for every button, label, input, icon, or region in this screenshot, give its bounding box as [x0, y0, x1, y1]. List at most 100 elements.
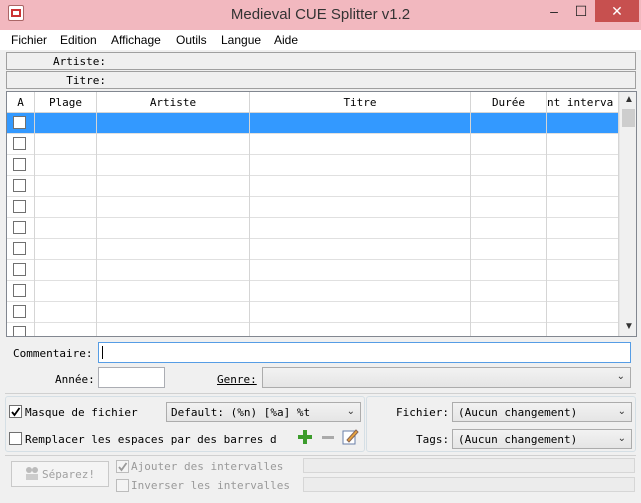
- table-row[interactable]: [7, 155, 620, 176]
- table-cell[interactable]: [97, 239, 250, 260]
- table-cell[interactable]: [7, 239, 35, 260]
- add-intervals-input[interactable]: [303, 458, 635, 473]
- table-cell[interactable]: [35, 323, 97, 336]
- row-checkbox[interactable]: [13, 200, 26, 213]
- output-file-select[interactable]: (Aucun changement) ⌄: [452, 402, 632, 422]
- split-button[interactable]: Séparez!: [11, 461, 109, 487]
- column-header-titre[interactable]: Titre: [250, 92, 471, 113]
- table-cell[interactable]: [471, 323, 547, 336]
- minus-icon[interactable]: [320, 429, 336, 448]
- table-cell[interactable]: [547, 323, 619, 336]
- row-checkbox[interactable]: [13, 305, 26, 318]
- table-cell[interactable]: [250, 155, 471, 176]
- close-button[interactable]: ✕: [595, 0, 639, 22]
- table-cell[interactable]: [35, 155, 97, 176]
- table-cell[interactable]: [97, 260, 250, 281]
- table-cell[interactable]: [471, 260, 547, 281]
- table-cell[interactable]: [250, 176, 471, 197]
- table-cell[interactable]: [97, 113, 250, 134]
- table-cell[interactable]: [97, 323, 250, 336]
- scroll-thumb[interactable]: [622, 109, 635, 127]
- table-cell[interactable]: [471, 155, 547, 176]
- table-cell[interactable]: [471, 239, 547, 260]
- plus-icon[interactable]: [297, 429, 313, 448]
- table-cell[interactable]: [471, 218, 547, 239]
- row-checkbox[interactable]: [13, 221, 26, 234]
- table-row[interactable]: [7, 134, 620, 155]
- menu-langue[interactable]: Langue: [221, 33, 261, 47]
- invert-intervals-input[interactable]: [303, 477, 635, 492]
- column-header-a[interactable]: A: [7, 92, 35, 113]
- year-input[interactable]: [98, 367, 165, 388]
- table-cell[interactable]: [547, 176, 619, 197]
- row-checkbox[interactable]: [13, 326, 26, 336]
- minimize-button[interactable]: ‒: [541, 0, 567, 24]
- table-cell[interactable]: [7, 113, 35, 134]
- file-mask-select[interactable]: Default: (%n) [%a] %t ⌄: [166, 402, 361, 422]
- table-cell[interactable]: [35, 302, 97, 323]
- table-cell[interactable]: [250, 218, 471, 239]
- genre-select[interactable]: ⌄: [262, 367, 631, 388]
- table-cell[interactable]: [547, 113, 619, 134]
- table-cell[interactable]: [97, 302, 250, 323]
- table-row[interactable]: [7, 218, 620, 239]
- row-checkbox[interactable]: [13, 137, 26, 150]
- table-cell[interactable]: [547, 134, 619, 155]
- table-cell[interactable]: [250, 260, 471, 281]
- table-cell[interactable]: [250, 134, 471, 155]
- replace-spaces-checkbox[interactable]: [9, 432, 22, 445]
- table-cell[interactable]: [547, 155, 619, 176]
- menu-edition[interactable]: Edition: [60, 33, 97, 47]
- menu-fichier[interactable]: Fichier: [11, 33, 47, 47]
- add-intervals-checkbox[interactable]: [116, 460, 129, 473]
- table-cell[interactable]: [97, 134, 250, 155]
- menu-outils[interactable]: Outils: [176, 33, 207, 47]
- table-cell[interactable]: [471, 113, 547, 134]
- table-row[interactable]: [7, 260, 620, 281]
- comment-input[interactable]: [98, 342, 631, 363]
- row-checkbox[interactable]: [13, 116, 26, 129]
- scroll-up-icon[interactable]: ▲: [624, 94, 634, 105]
- table-row[interactable]: [7, 197, 620, 218]
- table-cell[interactable]: [97, 176, 250, 197]
- table-cell[interactable]: [7, 302, 35, 323]
- track-table[interactable]: A Plage Artiste Titre Durée nt interva ▲…: [6, 91, 637, 337]
- maximize-button[interactable]: ☐: [568, 0, 594, 24]
- table-cell[interactable]: [35, 239, 97, 260]
- table-cell[interactable]: [35, 197, 97, 218]
- row-checkbox[interactable]: [13, 242, 26, 255]
- table-cell[interactable]: [471, 197, 547, 218]
- table-cell[interactable]: [547, 197, 619, 218]
- table-cell[interactable]: [471, 134, 547, 155]
- file-mask-checkbox[interactable]: [9, 405, 22, 418]
- table-cell[interactable]: [471, 302, 547, 323]
- table-cell[interactable]: [35, 260, 97, 281]
- table-cell[interactable]: [547, 218, 619, 239]
- table-cell[interactable]: [7, 218, 35, 239]
- table-cell[interactable]: [471, 176, 547, 197]
- table-cell[interactable]: [97, 218, 250, 239]
- table-cell[interactable]: [35, 134, 97, 155]
- table-cell[interactable]: [547, 281, 619, 302]
- table-cell[interactable]: [250, 281, 471, 302]
- table-row[interactable]: [7, 323, 620, 336]
- table-cell[interactable]: [35, 218, 97, 239]
- table-cell[interactable]: [7, 197, 35, 218]
- table-cell[interactable]: [250, 323, 471, 336]
- invert-intervals-checkbox[interactable]: [116, 479, 129, 492]
- table-cell[interactable]: [7, 323, 35, 336]
- menu-affichage[interactable]: Affichage: [111, 33, 161, 47]
- edit-icon[interactable]: [342, 428, 359, 448]
- table-cell[interactable]: [35, 113, 97, 134]
- table-cell[interactable]: [547, 302, 619, 323]
- scroll-down-icon[interactable]: ▼: [624, 321, 634, 332]
- column-header-interval[interactable]: nt interva: [547, 92, 619, 113]
- column-header-plage[interactable]: Plage: [35, 92, 97, 113]
- tags-select[interactable]: (Aucun changement) ⌄: [452, 429, 632, 449]
- table-row[interactable]: [7, 113, 620, 134]
- table-row[interactable]: [7, 302, 620, 323]
- table-cell[interactable]: [35, 281, 97, 302]
- table-cell[interactable]: [7, 260, 35, 281]
- table-cell[interactable]: [97, 281, 250, 302]
- table-cell[interactable]: [7, 134, 35, 155]
